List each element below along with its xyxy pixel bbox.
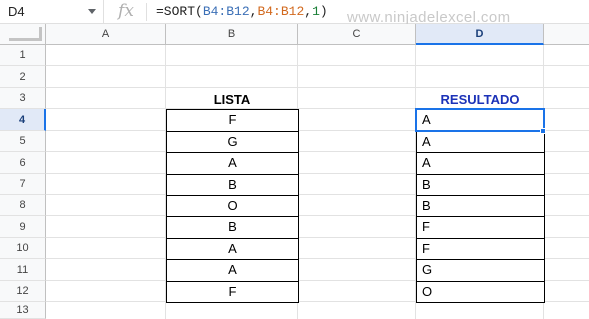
- formula-prefix: =SORT(: [156, 4, 203, 19]
- row-header-3[interactable]: 3: [0, 88, 46, 109]
- resultado-cell[interactable]: A: [416, 131, 545, 153]
- formula-range-ref-1: B4:B12: [202, 4, 250, 19]
- row-header-6[interactable]: 6: [0, 152, 46, 174]
- formula-separator: [146, 3, 147, 21]
- row-header-4[interactable]: 4: [0, 109, 46, 131]
- resultado-cell[interactable]: A: [416, 152, 545, 175]
- column-header-d[interactable]: D: [416, 24, 544, 45]
- row-header-5[interactable]: 5: [0, 131, 46, 152]
- resultado-cell[interactable]: B: [416, 174, 545, 196]
- lista-cell[interactable]: A: [166, 238, 299, 260]
- formula-input[interactable]: =SORT(B4:B12,B4:B12,1): [156, 4, 328, 19]
- lista-cell[interactable]: F: [166, 109, 299, 132]
- lista-cell[interactable]: B: [166, 174, 299, 196]
- name-box-value: D4: [8, 4, 25, 19]
- column-header-c[interactable]: C: [298, 24, 416, 45]
- row-header-2[interactable]: 2: [0, 66, 46, 88]
- formula-comma-2: ,: [304, 4, 313, 19]
- formula-suffix: ): [319, 4, 328, 19]
- lista-cell[interactable]: O: [166, 195, 299, 217]
- lista-cell[interactable]: A: [166, 259, 299, 282]
- resultado-cell[interactable]: F: [416, 216, 545, 239]
- row-header-12[interactable]: 12: [0, 281, 46, 302]
- formula-bar: D4 fx =SORT(B4:B12,B4:B12,1) www.ninjade…: [0, 0, 589, 26]
- active-cell-selection[interactable]: [415, 108, 545, 132]
- row-header-8[interactable]: 8: [0, 195, 46, 216]
- row-header-1[interactable]: 1: [0, 45, 46, 66]
- gridline-horizontal: [46, 65, 589, 66]
- column-header-b[interactable]: B: [166, 24, 298, 45]
- gridline-horizontal: [46, 87, 589, 88]
- name-box[interactable]: D4: [0, 0, 104, 24]
- column-header-a[interactable]: A: [46, 24, 166, 45]
- formula-sort-order-arg: 1: [312, 4, 320, 19]
- row-header-11[interactable]: 11: [0, 259, 46, 281]
- lista-header-cell[interactable]: LISTA: [166, 90, 298, 110]
- resultado-cell[interactable]: O: [416, 281, 545, 303]
- resultado-cell[interactable]: B: [416, 195, 545, 217]
- resultado-cell[interactable]: F: [416, 238, 545, 260]
- resultado-header-cell[interactable]: RESULTADO: [416, 90, 544, 110]
- lista-cell[interactable]: A: [166, 152, 299, 175]
- row-header-13[interactable]: 13: [0, 302, 46, 319]
- resultado-cell[interactable]: G: [416, 259, 545, 282]
- row-header-10[interactable]: 10: [0, 238, 46, 259]
- lista-cell[interactable]: F: [166, 281, 299, 303]
- lista-cell[interactable]: B: [166, 216, 299, 239]
- fx-icon: fx: [118, 1, 134, 21]
- fill-handle[interactable]: [540, 128, 546, 134]
- select-all-corner[interactable]: [0, 24, 46, 45]
- formula-range-ref-2: B4:B12: [257, 4, 305, 19]
- lista-cell[interactable]: G: [166, 131, 299, 153]
- row-header-7[interactable]: 7: [0, 174, 46, 195]
- chevron-down-icon[interactable]: [88, 9, 96, 14]
- row-header-9[interactable]: 9: [0, 216, 46, 238]
- column-header-e[interactable]: [544, 24, 589, 45]
